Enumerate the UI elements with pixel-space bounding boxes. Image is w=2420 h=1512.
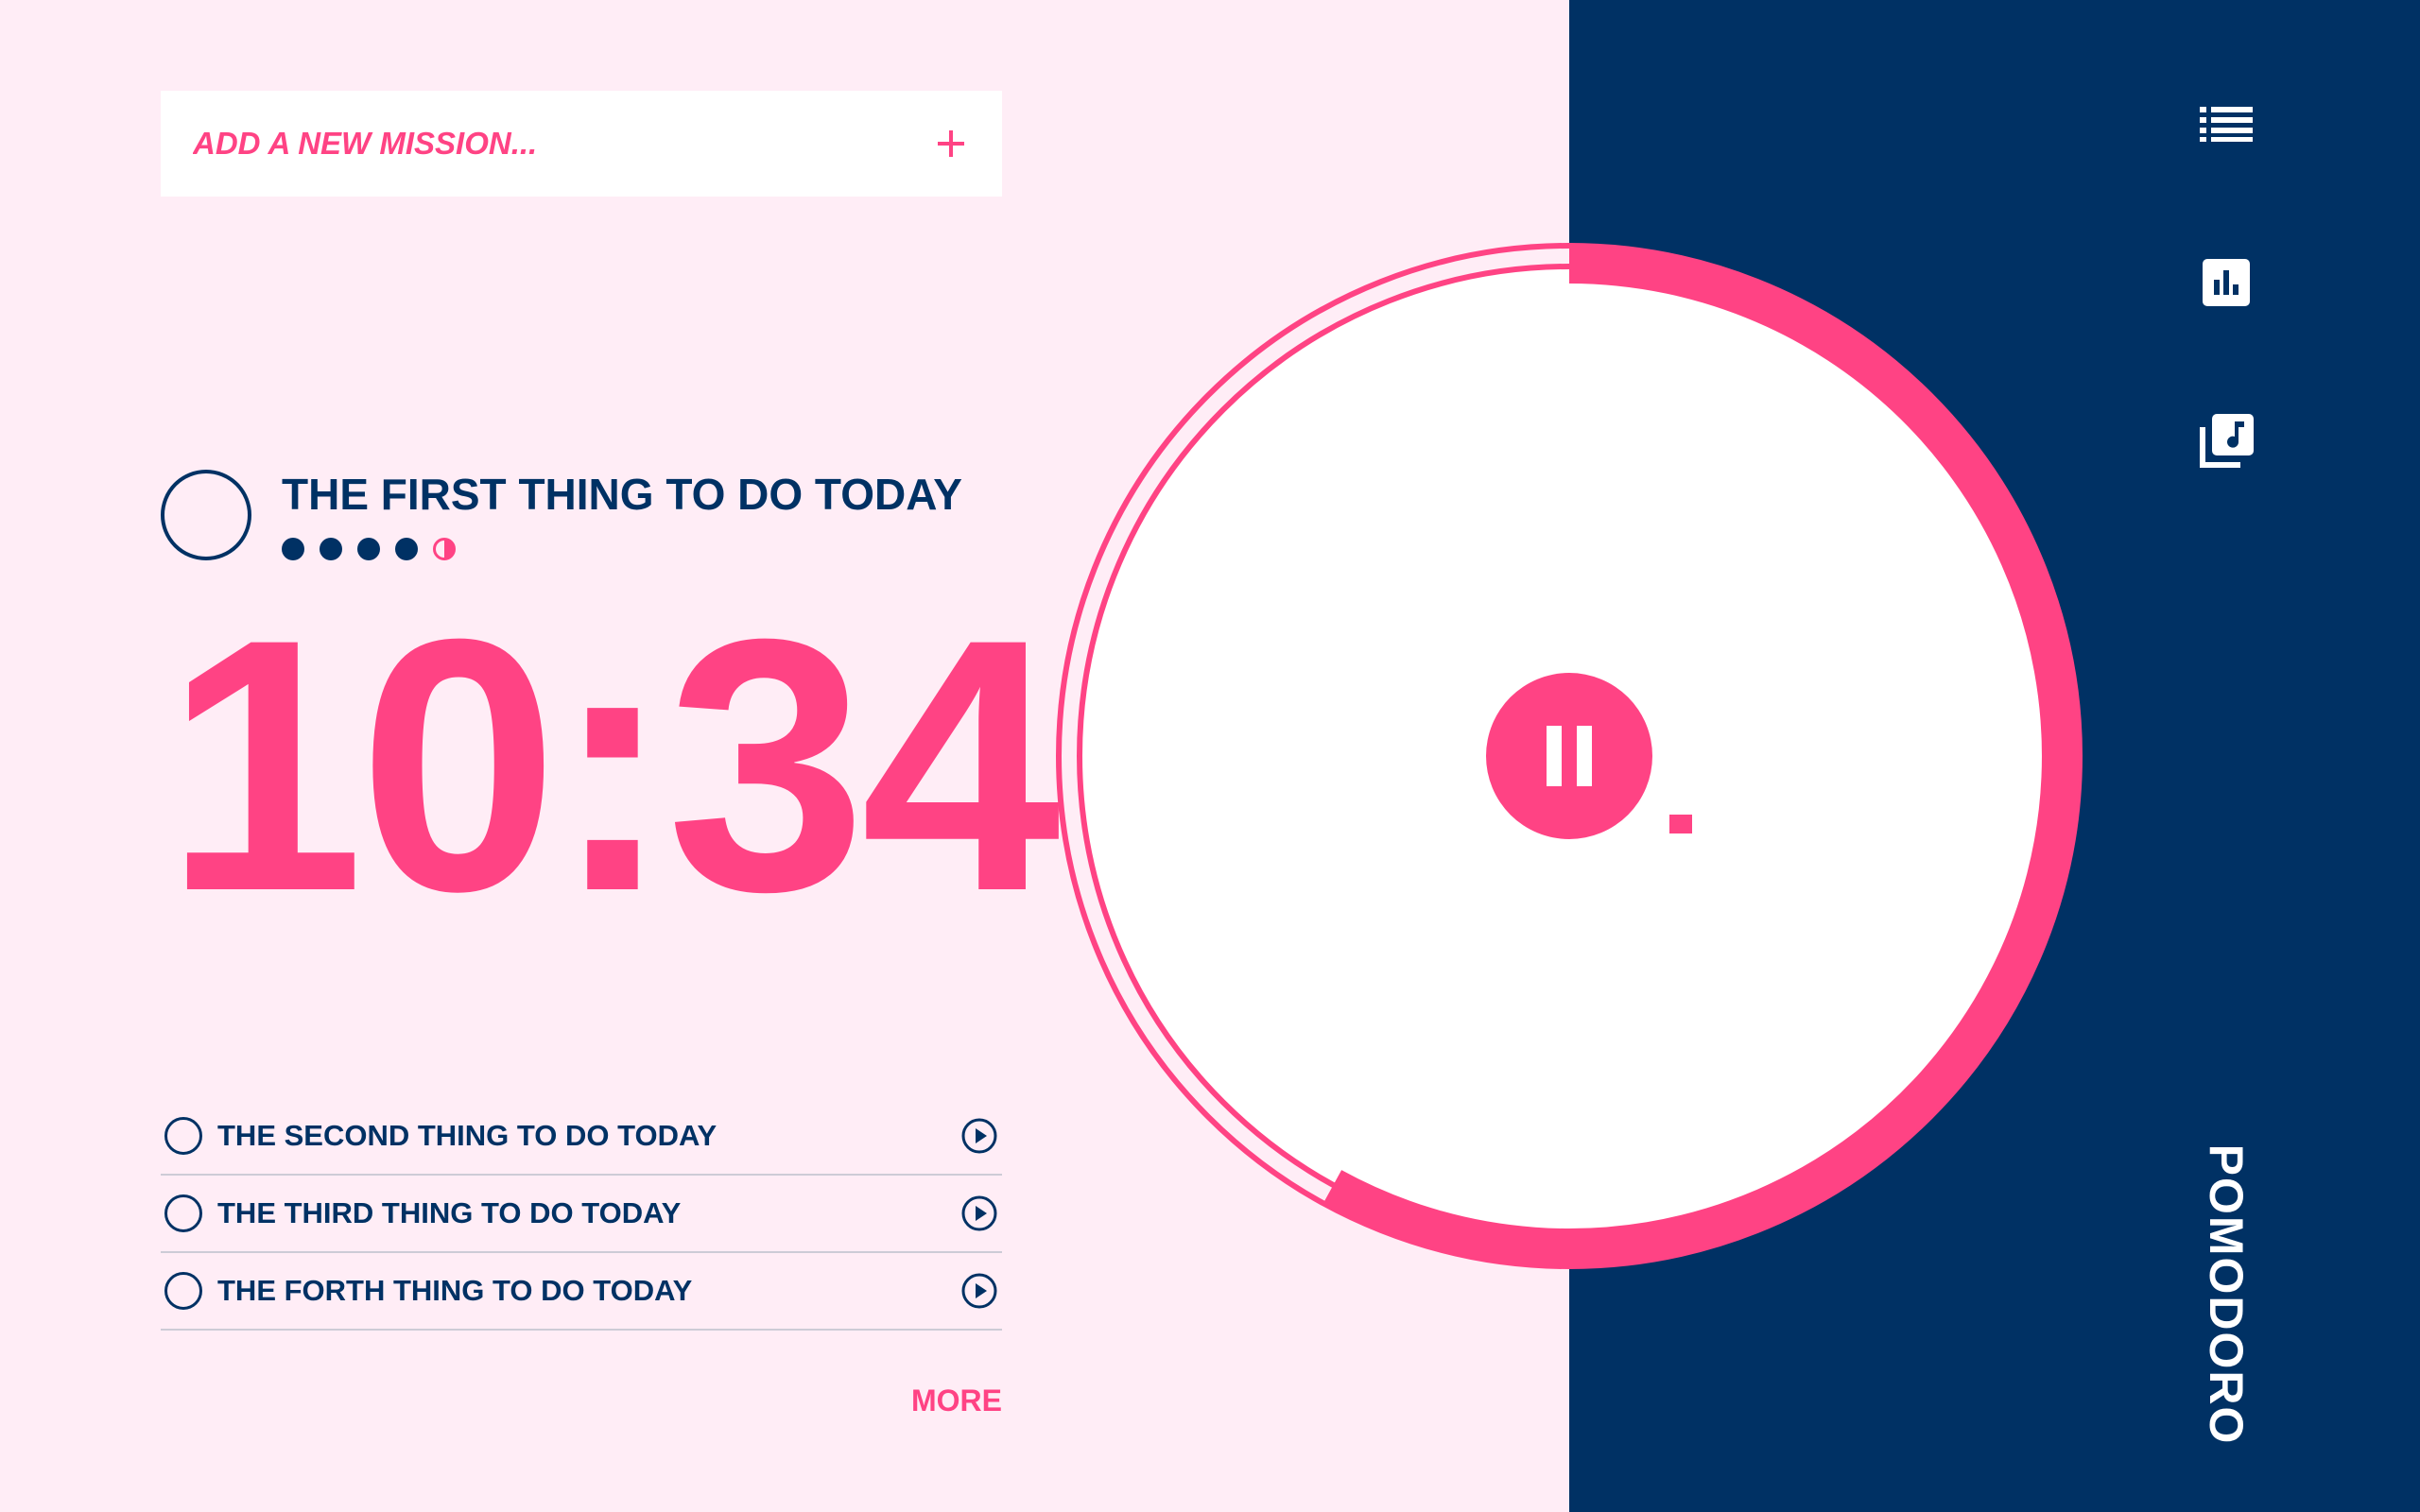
task-list: THE SECOND THING TO DO TODAY THE THIRD T… bbox=[161, 1098, 1002, 1331]
task-checkbox[interactable] bbox=[164, 1272, 202, 1310]
play-icon[interactable] bbox=[960, 1272, 998, 1310]
pomodoro-dots bbox=[282, 538, 456, 560]
pause-button[interactable] bbox=[1486, 673, 1652, 839]
list-icon bbox=[2200, 107, 2253, 142]
brand-logo: POMODORO bbox=[2200, 1143, 2253, 1446]
more-link[interactable]: MORE bbox=[911, 1383, 1002, 1418]
current-task-checkbox[interactable] bbox=[161, 470, 251, 560]
task-row: THE THIRD THING TO DO TODAY bbox=[161, 1176, 1002, 1253]
pause-icon-bar bbox=[1547, 726, 1562, 786]
pomodoro-dot-completed bbox=[320, 538, 342, 560]
task-label: THE THIRD THING TO DO TODAY bbox=[217, 1196, 682, 1229]
task-label: THE SECOND THING TO DO TODAY bbox=[217, 1119, 717, 1152]
statistics-button[interactable] bbox=[2193, 249, 2259, 316]
pause-icon-bar bbox=[1577, 726, 1592, 786]
bar-chart-icon bbox=[2203, 259, 2250, 306]
music-library-icon bbox=[2200, 414, 2254, 468]
task-checkbox[interactable] bbox=[164, 1194, 202, 1232]
add-mission-box bbox=[161, 91, 1002, 197]
current-task-title: THE FIRST THING TO DO TODAY bbox=[282, 470, 962, 519]
timer-display: 10:34 bbox=[164, 564, 1061, 966]
play-icon[interactable] bbox=[960, 1194, 998, 1232]
add-mission-input[interactable] bbox=[193, 126, 932, 162]
task-checkbox[interactable] bbox=[164, 1117, 202, 1155]
pomodoro-dot-completed bbox=[395, 538, 418, 560]
task-label: THE FORTH THING TO DO TODAY bbox=[217, 1274, 693, 1307]
pomodoro-dot-completed bbox=[282, 538, 304, 560]
play-icon[interactable] bbox=[960, 1117, 998, 1155]
pomodoro-dot-in-progress bbox=[433, 538, 456, 560]
pomodoro-dot-completed bbox=[357, 538, 380, 560]
plus-icon[interactable] bbox=[932, 125, 970, 163]
task-list-button[interactable] bbox=[2193, 91, 2259, 157]
music-button[interactable] bbox=[2193, 408, 2259, 474]
dial-marker bbox=[1669, 815, 1692, 833]
task-row: THE FORTH THING TO DO TODAY bbox=[161, 1253, 1002, 1331]
task-row: THE SECOND THING TO DO TODAY bbox=[161, 1098, 1002, 1176]
